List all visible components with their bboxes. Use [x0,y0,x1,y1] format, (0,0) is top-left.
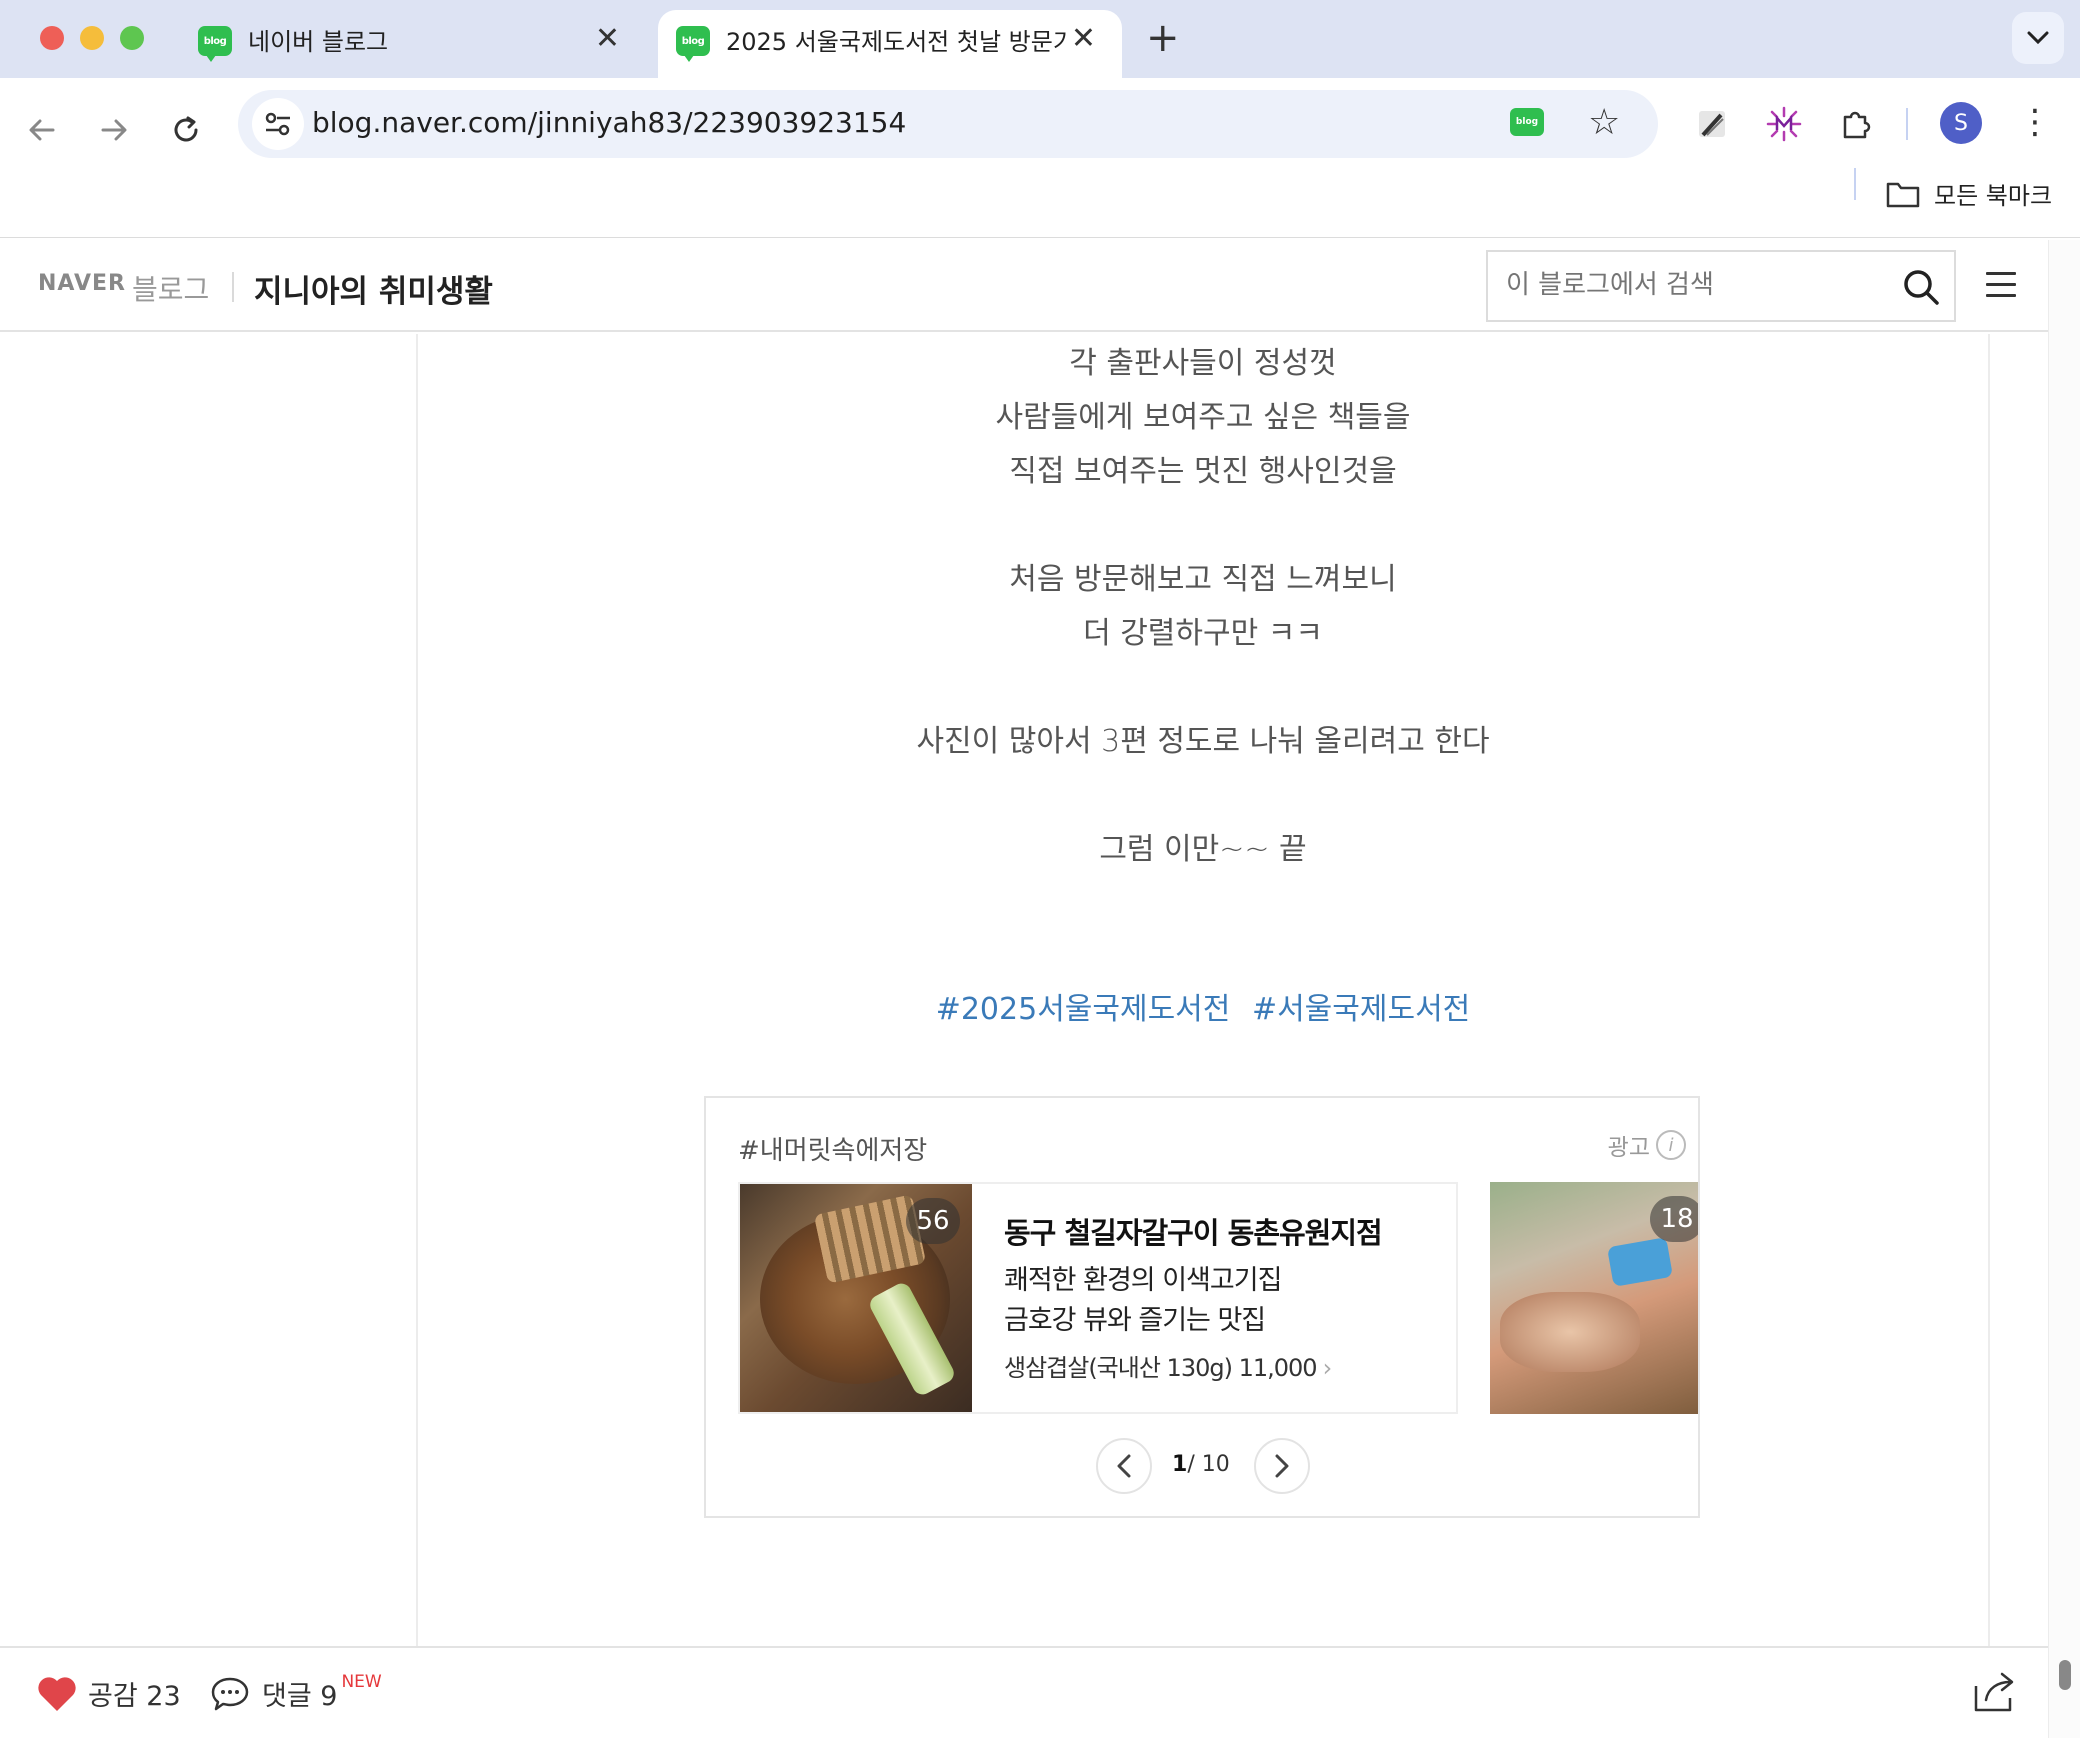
browser-menu-icon[interactable]: ⋮ [2018,100,2052,144]
previous-button[interactable] [1096,1438,1152,1494]
bookmark-star-icon[interactable]: ☆ [1588,102,1620,143]
sparkle-m-icon [1766,106,1802,142]
ad-card[interactable]: 56 동구 철길자갈구이 동촌유원지점 쾌적한 환경의 이색고기집 금호강 뷰와… [738,1182,1458,1414]
tune-icon [265,112,290,136]
reload-button[interactable] [164,108,208,152]
blog-title[interactable]: 지니아의 취미생활 [254,266,493,311]
chevron-right-icon: › [1322,1354,1333,1382]
blog-header: NAVER 블로그 지니아의 취미생활 [0,240,2048,332]
pager-current: 1 [1172,1452,1188,1477]
ad-carousel: #내머릿속에저장 광고 i 56 동구 철길자갈구이 동촌유원지점 쾌적한 환경… [704,1096,1700,1518]
extension-pen-button[interactable] [1688,100,1736,148]
naver-logo[interactable]: NAVER [38,271,126,296]
blog-app-icon[interactable]: blog [1510,108,1544,136]
bookmarks-divider [1854,168,1856,200]
tab-title: 네이버 블로그 [248,28,389,56]
pen-tool-icon [1699,111,1725,137]
hashtag-link[interactable]: #서울국제도서전 [1252,992,1470,1027]
heart-icon [38,1676,76,1711]
info-icon: i [1656,1130,1686,1160]
new-tab-button[interactable]: + [1146,18,1180,58]
comment-label: 댓글 9 [262,1681,338,1712]
window-maximize-button[interactable] [120,26,144,50]
post-text-line: 사람들에게 보여주고 싶은 책들을 [995,400,1411,435]
puzzle-icon [1843,111,1871,139]
blog-favicon-icon: blog [198,26,232,62]
chevron-right-icon [1275,1454,1289,1478]
page-scrollbar[interactable] [2048,240,2080,1738]
hashtag-link[interactable]: #2025서울국제도서전 [936,992,1231,1027]
post-text-line: 각 출판사들이 정성껏 [1069,346,1337,381]
pager-indicator: 1/ 10 [1172,1452,1230,1477]
window-close-button[interactable] [40,26,64,50]
tab-blog-post[interactable]: blog 2025 서울국제도서전 첫날 방문기 ✕ [658,10,1122,78]
next-button[interactable] [1254,1438,1310,1494]
forward-button[interactable] [92,108,136,152]
new-badge: NEW [341,1671,382,1692]
address-bar[interactable]: blog.naver.com/jinniyah83/223903923154 b… [238,90,1658,158]
ad-card-price[interactable]: 생삼겹살(국내산 130g) 11,000 › [1004,1348,1333,1383]
ad-card-image: 56 [740,1184,972,1412]
extensions-button[interactable] [1832,100,1880,148]
ad-tag: #내머릿속에저장 [738,1136,928,1166]
like-button[interactable]: 공감 23 [36,1674,181,1713]
pager-total: / 10 [1187,1452,1230,1477]
image-count-badge: 18 [1650,1196,1698,1242]
comment-button[interactable]: 댓글 9 NEW [210,1671,382,1713]
speech-bubble-icon [211,1677,249,1710]
ad-label[interactable]: 광고 i [1608,1128,1686,1162]
blog-search-input[interactable] [1506,270,1886,300]
scrollbar-thumb[interactable] [2059,1660,2071,1690]
ad-card-price-text: 생삼겹살(국내산 130g) 11,000 [1004,1354,1318,1382]
tab-close-icon[interactable]: ✕ [595,22,620,56]
tab-naver-blog[interactable]: blog 네이버 블로그 ✕ [180,10,646,78]
all-bookmarks-label: 모든 북마크 [1934,182,2053,210]
share-icon [1974,1672,2014,1712]
ad-card-description: 금호강 뷰와 즐기는 맛집 [1004,1305,1266,1336]
tab-title: 2025 서울국제도서전 첫날 방문기 [726,28,1066,56]
post-action-bar: 공감 23 댓글 9 NEW [0,1646,2048,1738]
window-minimize-button[interactable] [80,26,104,50]
search-icon [1904,270,1939,305]
search-button[interactable] [1902,268,1940,306]
post-text-line: 처음 방문해보고 직접 느껴보니 [1009,562,1397,597]
ad-card-description: 쾌적한 환경의 이색고기집 [1004,1265,1282,1296]
hamburger-menu-icon[interactable] [1986,272,2016,300]
back-button[interactable] [20,108,64,152]
site-info-button[interactable] [252,98,304,150]
extension-m-button[interactable] [1760,100,1808,148]
reload-icon [174,116,198,142]
image-count-badge: 56 [906,1198,960,1244]
all-bookmarks-button[interactable]: 모든 북마크 [1886,176,2052,211]
browser-toolbar: blog.naver.com/jinniyah83/223903923154 b… [0,78,2080,238]
chevron-down-icon [2027,31,2049,45]
browser-tab-strip: blog 네이버 블로그 ✕ blog 2025 서울국제도서전 첫날 방문기 … [0,0,2080,78]
folder-icon [1886,182,1920,207]
profile-avatar[interactable]: S [1940,102,1982,144]
post-text-line: 그럼 이만~~ 끝 [1099,832,1307,867]
naver-blog-link[interactable]: 블로그 [132,268,209,308]
url-text[interactable]: blog.naver.com/jinniyah83/223903923154 [312,106,906,139]
post-text-line: 더 강렬하구만 ㅋㅋ [1083,616,1323,651]
like-label: 공감 23 [88,1681,181,1712]
chevron-left-icon [1117,1454,1131,1478]
blog-search-box [1486,250,1956,322]
share-button[interactable] [1972,1670,2018,1714]
ad-card-image[interactable]: 18 [1490,1182,1698,1414]
ad-label-text: 광고 [1607,1135,1650,1161]
blog-favicon-icon: blog [676,26,710,62]
tab-close-icon[interactable]: ✕ [1071,22,1096,56]
post-text-line: 사진이 많아서 3편 정도로 나눠 올리려고 한다 [916,724,1490,759]
tab-search-button[interactable] [2012,12,2064,64]
hashtag-list: #2025서울국제도서전 #서울국제도서전 [418,984,1988,1028]
ad-card-title: 동구 철길자갈구이 동촌유원지점 [1004,1216,1383,1250]
arrow-right-icon [101,119,127,141]
post-text-line: 직접 보여주는 멋진 행사인것을 [1009,454,1397,489]
ad-pager: 1/ 10 [706,1438,1698,1494]
content-column-border-right [1988,334,1990,1648]
arrow-left-icon [29,119,55,141]
toolbar-divider [1906,108,1908,140]
header-divider [232,272,234,302]
